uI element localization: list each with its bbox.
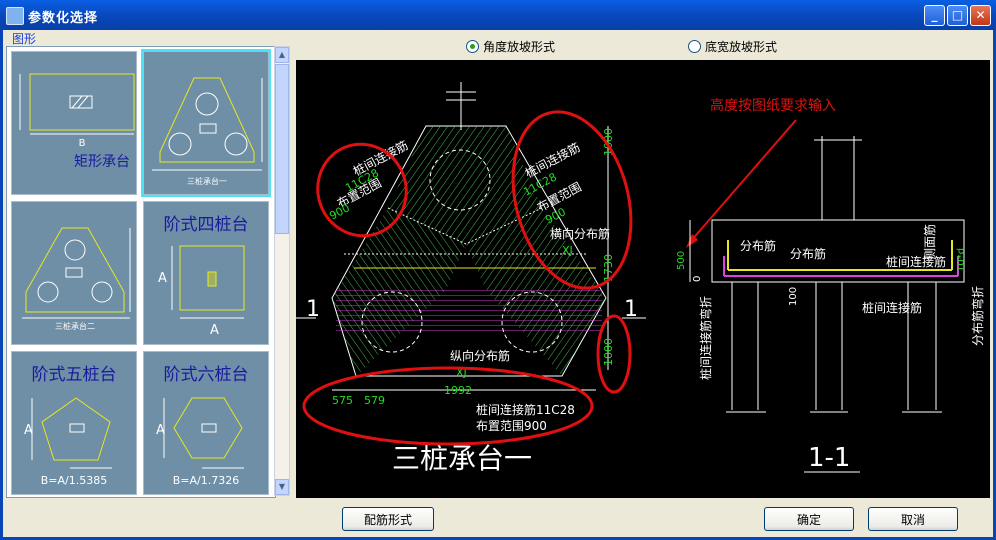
thumbnail-list: B 矩形承台 三桩承台一 三桩承台二 阶式四桩台 A A 阶式五桩台 A B=A… — [6, 46, 276, 498]
thumb-three-pile-one[interactable]: 三桩承台一 — [141, 49, 271, 197]
thumb-step-six[interactable]: 阶式六桩台 A B=A/1.7326 — [143, 351, 269, 495]
scroll-down-icon[interactable]: ▼ — [275, 479, 289, 495]
thumb-step-six-formula: B=A/1.7326 — [173, 474, 239, 487]
three-pile-two-preview: 三桩承台二 — [22, 227, 131, 331]
thumb-step-five-label: 阶式五桩台 — [32, 365, 117, 385]
close-icon: ✕ — [975, 8, 986, 22]
label-zhuangjian-sec2: 桩间连接筋 — [862, 300, 922, 315]
dim-100: 100 — [788, 287, 799, 306]
label-zongxiang: 纵向分布筋 — [450, 348, 510, 363]
thumb-step-five-a: A — [24, 423, 33, 438]
plan-title: 三桩承台一 — [392, 442, 532, 475]
title-bar: 参数化选择 _ □ ✕ — [0, 0, 996, 30]
dim-0: 0 — [692, 276, 703, 282]
step-six-preview: 阶式六桩台 A B=A/1.7326 — [156, 365, 249, 487]
rect-cap-preview: B 矩形承台 — [19, 73, 135, 170]
thumb-rect-cap[interactable]: B 矩形承台 — [11, 51, 137, 195]
red-annotation: 高度按图纸要求输入 — [710, 97, 836, 114]
thumb-step-four-a1: A — [158, 271, 167, 286]
thumb-rect-b: B — [79, 138, 86, 149]
maximize-button[interactable]: □ — [947, 5, 968, 26]
dim-1000-bottom: 1000 — [602, 338, 615, 366]
radio-unchecked-icon — [688, 40, 701, 53]
thumb-step-four[interactable]: 阶式四桩台 A A — [143, 201, 269, 345]
dim-575: 575 — [332, 394, 353, 407]
close-button[interactable]: ✕ — [970, 5, 991, 26]
thumb-step-four-a2: A — [210, 323, 219, 338]
radio-angle-slope[interactable]: 角度放坡形式 — [466, 38, 555, 55]
label-xj-top: XJ — [562, 244, 573, 257]
scroll-thumb[interactable] — [275, 64, 289, 234]
thumb-step-six-a: A — [156, 423, 165, 438]
slope-mode-radio-group: 角度放坡形式 底宽放坡形式 — [294, 34, 992, 58]
label-fenbu-1: 分布筋 — [740, 238, 776, 253]
thumb-step-five[interactable]: 阶式五桩台 A B=A/1.5385 — [11, 351, 137, 495]
radio-width-slope[interactable]: 底宽放坡形式 — [688, 38, 777, 55]
label-10d: 10*d — [956, 248, 967, 272]
minimize-icon: _ — [931, 8, 938, 22]
radio-angle-label: 角度放坡形式 — [483, 40, 556, 54]
section-mark-right: 1 — [624, 297, 638, 322]
maximize-icon: □ — [951, 8, 964, 22]
thumb-step-five-formula: B=A/1.5385 — [41, 474, 107, 487]
label-wanzhe: 桩间连接筋弯折 — [698, 296, 713, 380]
minimize-button[interactable]: _ — [924, 5, 945, 26]
label-fenbu-2: 分布筋 — [790, 246, 826, 261]
section-title: 1-1 — [808, 443, 850, 473]
step-five-preview: 阶式五桩台 A B=A/1.5385 — [24, 365, 117, 487]
step-four-preview: 阶式四桩台 A A — [158, 215, 249, 338]
section-mark-left: 1 — [306, 297, 320, 322]
cancel-button[interactable]: 取消 — [868, 507, 958, 531]
dim-1992: 1992 — [444, 384, 472, 397]
label-bottom-range: 布置范围900 — [476, 419, 547, 433]
thumb-three-pile-two[interactable]: 三桩承台二 — [11, 201, 137, 345]
label-hengxiang: 横向分布筋 — [550, 226, 610, 241]
scroll-up-icon[interactable]: ▲ — [275, 47, 289, 63]
drawing-canvas: 1 1 1000 1730 1000 1992 575 579 桩间连接筋 11… — [296, 60, 990, 498]
ok-button[interactable]: 确定 — [764, 507, 854, 531]
thumbnail-scrollbar[interactable]: ▲ ▼ — [274, 46, 290, 496]
radio-checked-icon — [466, 40, 479, 53]
group-label: 图形 — [12, 32, 37, 46]
label-fenbuwan: 分布筋弯折 — [970, 286, 985, 346]
dim-500: 500 — [676, 251, 687, 270]
thumb-three-two-label: 三桩承台二 — [55, 321, 95, 331]
label-bottom-conn: 桩间连接筋11C28 — [476, 402, 575, 417]
thumb-three-one-label: 三桩承台一 — [187, 176, 227, 186]
dim-579: 579 — [364, 394, 385, 407]
three-pile-one-preview: 三桩承台一 — [152, 77, 263, 186]
thumb-rect-label: 矩形承台 — [74, 154, 130, 170]
thumb-step-four-label: 阶式四桩台 — [164, 215, 249, 235]
window-title: 参数化选择 — [28, 11, 99, 26]
label-zhuangjian-sec: 桩间连接筋 — [886, 254, 946, 269]
rebar-form-button[interactable]: 配筋形式 — [342, 507, 434, 531]
radio-width-label: 底宽放坡形式 — [705, 40, 778, 54]
cad-drawing: 1 1 1000 1730 1000 1992 575 579 桩间连接筋 11… — [296, 82, 985, 475]
thumb-step-six-label: 阶式六桩台 — [164, 365, 249, 385]
app-icon — [6, 7, 24, 25]
